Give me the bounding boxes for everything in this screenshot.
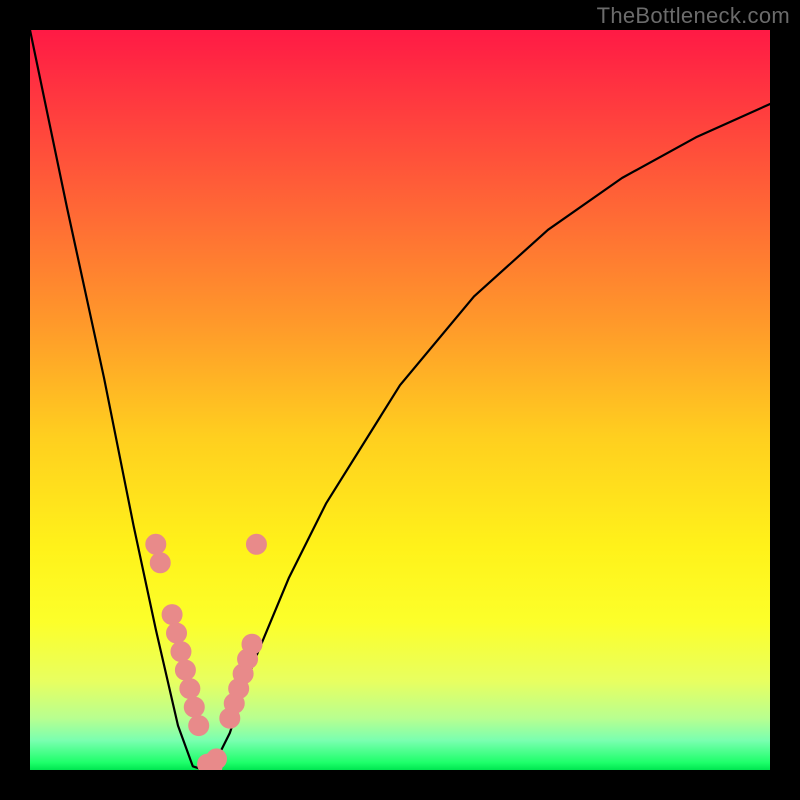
plot-area (30, 30, 770, 770)
curve-line (30, 30, 770, 770)
chart-svg (30, 30, 770, 770)
chart-frame: TheBottleneck.com (0, 0, 800, 800)
marker-points (146, 534, 267, 770)
watermark-text: TheBottleneck.com (597, 3, 790, 29)
